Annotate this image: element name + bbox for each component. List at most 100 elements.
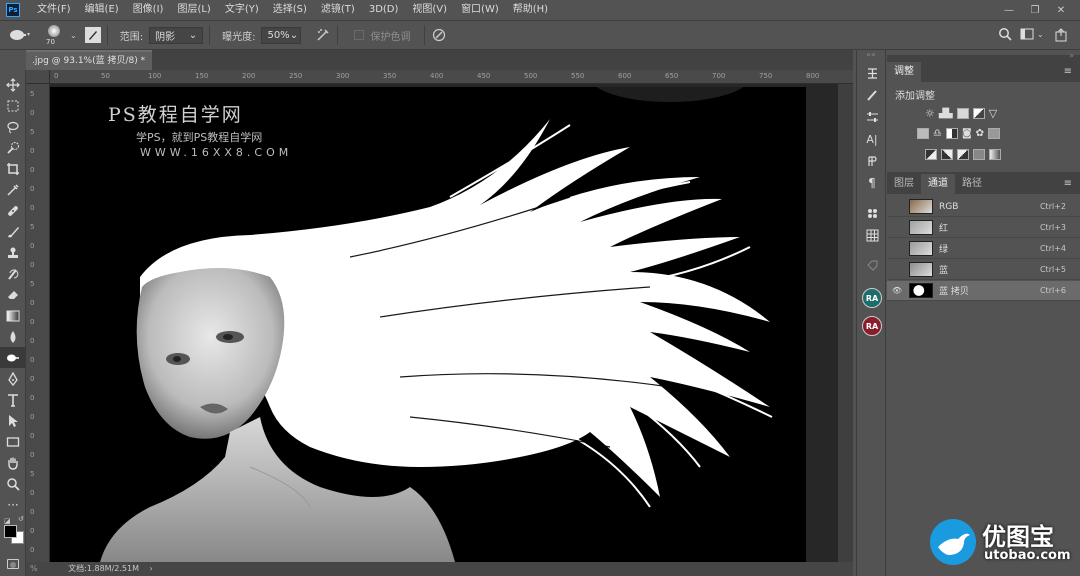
selective-color-icon[interactable] (989, 149, 1001, 160)
chevron-down-icon[interactable]: ⌄ (70, 31, 77, 40)
share-icon[interactable] (1054, 28, 1068, 45)
move-tool[interactable] (0, 74, 26, 95)
blur-tool[interactable] (0, 326, 26, 347)
exposure-icon[interactable] (972, 108, 985, 119)
vertical-scrollbar[interactable] (838, 84, 853, 562)
channel-row[interactable]: 蓝 Ctrl+5 (887, 260, 1080, 280)
type-tool[interactable] (0, 389, 26, 410)
channel-row[interactable]: 绿 Ctrl+4 (887, 239, 1080, 259)
brush-panel-toggle[interactable] (84, 27, 101, 43)
channel-row[interactable]: 👁 蓝 拷贝 Ctrl+6 (887, 281, 1080, 301)
styles-panel-button[interactable] (857, 202, 887, 224)
visibility-eye-icon[interactable] (890, 200, 904, 214)
history-brush-tool[interactable] (0, 263, 26, 284)
color-balance-icon[interactable]: ♎ (933, 128, 942, 139)
clone-stamp-tool[interactable] (0, 242, 26, 263)
pressure-size-toggle[interactable] (431, 27, 447, 43)
threshold-icon[interactable] (957, 149, 969, 160)
range-select[interactable]: 阴影 ⌄ (149, 26, 204, 44)
channel-mixer-icon[interactable]: ✿ (976, 128, 984, 139)
channel-row[interactable]: RGB Ctrl+2 (887, 197, 1080, 217)
visibility-eye-icon[interactable] (890, 242, 904, 256)
tab-channels[interactable]: 通道 (921, 174, 955, 194)
path-selection-tool[interactable] (0, 410, 26, 431)
eyedropper-tool[interactable] (0, 179, 26, 200)
eraser-tool[interactable] (0, 284, 26, 305)
healing-brush-tool[interactable] (0, 200, 26, 221)
foreground-color-swatch[interactable] (4, 525, 17, 538)
zoom-tool[interactable] (0, 473, 26, 494)
rectangle-tool[interactable] (0, 431, 26, 452)
default-colors-icon[interactable]: ◪ (4, 517, 11, 525)
menu-item[interactable]: 帮助(H) (506, 0, 555, 20)
levels-icon[interactable]: ▟▙ (939, 109, 953, 119)
menu-item[interactable]: 文字(Y) (218, 0, 266, 20)
photo-filter-icon[interactable]: ◙ (962, 128, 972, 139)
ruler-origin[interactable] (26, 70, 50, 84)
hue-saturation-icon[interactable] (917, 128, 929, 139)
protect-tones-checkbox[interactable] (354, 30, 365, 40)
menu-item[interactable]: 文件(F) (30, 0, 78, 20)
dodge-tool-preset[interactable] (0, 29, 40, 41)
black-white-icon[interactable] (945, 128, 958, 139)
gradient-tool[interactable] (0, 305, 26, 326)
menu-item[interactable]: 选择(S) (266, 0, 314, 20)
restore-button[interactable]: ❐ (1022, 0, 1048, 20)
quick-mask-icon[interactable] (7, 559, 19, 569)
document-tab[interactable]: .jpg @ 93.1%(蓝 拷贝/8) * × (26, 50, 152, 70)
panel-menu-icon[interactable]: ≡ (1064, 62, 1072, 82)
channel-row[interactable]: 红 Ctrl+3 (887, 218, 1080, 238)
close-window-button[interactable]: ✕ (1048, 0, 1074, 20)
character-panel-button[interactable]: A| (857, 128, 887, 150)
menu-item[interactable]: 3D(D) (362, 0, 406, 20)
panel-menu-icon[interactable]: ≡ (1064, 174, 1072, 194)
invert-icon[interactable] (925, 149, 937, 160)
search-icon[interactable] (998, 27, 1012, 44)
chevron-right-icon[interactable]: › (150, 564, 153, 573)
exposure-input[interactable]: 50% ⌄ (261, 26, 302, 44)
visibility-eye-icon[interactable] (890, 263, 904, 277)
tab-adjustments[interactable]: 调整 (887, 62, 921, 82)
menu-item[interactable]: 图像(I) (126, 0, 171, 20)
adjust-panel-button[interactable] (857, 106, 887, 128)
menu-item[interactable]: 编辑(E) (78, 0, 126, 20)
pen-tool[interactable] (0, 368, 26, 389)
quick-selection-tool[interactable] (0, 137, 26, 158)
tab-paths[interactable]: 路径 (955, 174, 989, 194)
menu-item[interactable]: 窗口(W) (454, 0, 506, 20)
airbrush-toggle[interactable] (315, 27, 331, 43)
history-panel-button[interactable] (857, 62, 887, 84)
collapse-grip[interactable]: «« (857, 50, 885, 62)
menu-item[interactable]: 图层(L) (170, 0, 217, 20)
workspace-switcher[interactable]: ⌄ (1020, 28, 1044, 40)
brush-tool[interactable] (0, 221, 26, 242)
gradient-map-icon[interactable] (973, 149, 985, 160)
menu-item[interactable]: 视图(V) (405, 0, 454, 20)
brush-size-picker[interactable]: 70 (40, 22, 70, 48)
paragraph-styles-button[interactable] (857, 150, 887, 172)
crop-tool[interactable] (0, 158, 26, 179)
tool-presets-button[interactable] (857, 254, 887, 276)
color-lookup-icon[interactable] (988, 128, 1001, 139)
more-tools[interactable]: ··· (0, 494, 26, 515)
marquee-tool[interactable] (0, 95, 26, 116)
plugin-button-2[interactable]: RA (857, 312, 887, 340)
menu-item[interactable]: 滤镜(T) (314, 0, 362, 20)
vibrance-icon[interactable]: ▽ (989, 107, 997, 120)
curves-icon[interactable] (956, 108, 969, 119)
swap-colors-icon[interactable]: ↺ (18, 515, 24, 523)
dodge-tool[interactable] (0, 347, 26, 368)
visibility-eye-icon[interactable] (890, 221, 904, 235)
posterize-icon[interactable] (941, 149, 953, 160)
paragraph-panel-button[interactable]: ¶ (857, 172, 887, 194)
lasso-tool[interactable] (0, 116, 26, 137)
hand-tool[interactable] (0, 452, 26, 473)
minimize-button[interactable]: — (996, 0, 1022, 20)
brightness-icon[interactable]: ☼ (925, 107, 935, 120)
swatches-panel-button[interactable] (857, 224, 887, 246)
collapse-icon[interactable]: » (1069, 51, 1074, 60)
tab-layers[interactable]: 图层 (887, 174, 921, 194)
plugin-button-1[interactable]: RA (857, 284, 887, 312)
brush-settings-button[interactable] (857, 84, 887, 106)
visibility-eye-icon[interactable]: 👁 (890, 284, 904, 298)
